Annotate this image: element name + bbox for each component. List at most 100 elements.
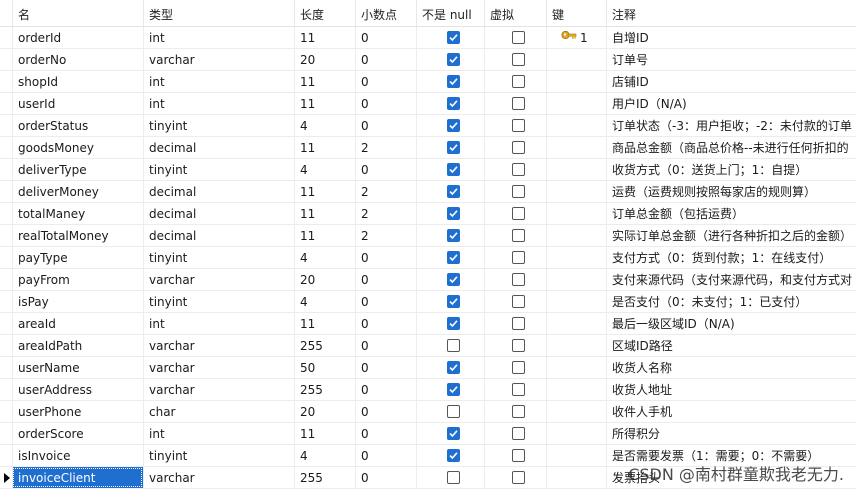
cell-comment[interactable]: 支付方式（0：货到付款；1：在线支付） [606, 247, 856, 268]
checkbox-checked-icon[interactable] [447, 317, 460, 330]
cell-length[interactable]: 20 [294, 401, 355, 422]
cell-decimals[interactable]: 0 [355, 423, 416, 444]
cell-decimals[interactable]: 0 [355, 291, 416, 312]
cell-virtual[interactable] [484, 313, 546, 334]
cell-virtual[interactable] [484, 445, 546, 466]
cell-name[interactable]: orderNo [12, 49, 143, 70]
cell-comment[interactable]: 用户ID（N/A) [606, 93, 856, 114]
checkbox-unchecked-icon[interactable] [512, 141, 525, 154]
cell-decimals[interactable]: 0 [355, 313, 416, 334]
cell-key[interactable] [546, 247, 606, 268]
checkbox-unchecked-icon[interactable] [512, 31, 525, 44]
row-indicator[interactable] [0, 49, 12, 70]
table-row[interactable]: userAddress varchar 255 0 收货人地址 [0, 379, 856, 401]
cell-name[interactable]: areaId [12, 313, 143, 334]
checkbox-unchecked-icon[interactable] [512, 163, 525, 176]
cell-key[interactable] [546, 423, 606, 444]
table-row[interactable]: deliverType tinyint 4 0 收货方式（0：送货上门；1：自提） [0, 159, 856, 181]
checkbox-checked-icon[interactable] [447, 251, 460, 264]
row-indicator[interactable] [0, 401, 12, 422]
row-indicator[interactable] [0, 247, 12, 268]
cell-not-null[interactable] [416, 159, 484, 180]
checkbox-checked-icon[interactable] [447, 427, 460, 440]
cell-decimals[interactable]: 0 [355, 93, 416, 114]
cell-name[interactable]: userPhone [12, 401, 143, 422]
cell-length[interactable]: 4 [294, 247, 355, 268]
table-row[interactable]: orderNo varchar 20 0 订单号 [0, 49, 856, 71]
cell-length[interactable]: 11 [294, 71, 355, 92]
cell-type[interactable]: int [143, 423, 294, 444]
checkbox-checked-icon[interactable] [447, 229, 460, 242]
row-indicator[interactable] [0, 93, 12, 114]
cell-length[interactable]: 11 [294, 93, 355, 114]
cell-type[interactable]: int [143, 71, 294, 92]
checkbox-checked-icon[interactable] [447, 185, 460, 198]
cell-key[interactable] [546, 159, 606, 180]
cell-length[interactable]: 4 [294, 159, 355, 180]
table-row[interactable]: orderScore int 11 0 所得积分 [0, 423, 856, 445]
table-row[interactable]: userName varchar 50 0 收货人名称 [0, 357, 856, 379]
row-indicator[interactable] [0, 181, 12, 202]
row-indicator[interactable] [0, 335, 12, 356]
cell-name[interactable]: userAddress [12, 379, 143, 400]
cell-comment[interactable]: 区域ID路径 [606, 335, 856, 356]
cell-length[interactable]: 4 [294, 115, 355, 136]
row-indicator[interactable] [0, 357, 12, 378]
cell-type[interactable]: decimal [143, 225, 294, 246]
row-indicator[interactable] [0, 313, 12, 334]
cell-virtual[interactable] [484, 181, 546, 202]
cell-virtual[interactable] [484, 379, 546, 400]
header-comment[interactable]: 注释 [606, 0, 856, 26]
cell-comment[interactable]: 店铺ID [606, 71, 856, 92]
table-row[interactable]: realTotalMoney decimal 11 2 实际订单总金额（进行各种折扣之后… [0, 225, 856, 247]
cell-virtual[interactable] [484, 467, 546, 488]
cell-type[interactable]: varchar [143, 467, 294, 488]
row-indicator[interactable] [0, 115, 12, 136]
row-indicator[interactable] [0, 203, 12, 224]
cell-virtual[interactable] [484, 225, 546, 246]
cell-comment[interactable]: 收货方式（0：送货上门；1：自提） [606, 159, 856, 180]
checkbox-checked-icon[interactable] [447, 449, 460, 462]
cell-key[interactable] [546, 93, 606, 114]
cell-type[interactable]: int [143, 313, 294, 334]
cell-comment[interactable]: 最后一级区域ID（N/A) [606, 313, 856, 334]
cell-type[interactable]: varchar [143, 357, 294, 378]
cell-type[interactable]: tinyint [143, 159, 294, 180]
cell-virtual[interactable] [484, 49, 546, 70]
checkbox-unchecked-icon[interactable] [512, 119, 525, 132]
cell-decimals[interactable]: 0 [355, 159, 416, 180]
cell-name[interactable]: userName [12, 357, 143, 378]
cell-decimals[interactable]: 0 [355, 401, 416, 422]
checkbox-checked-icon[interactable] [447, 119, 460, 132]
cell-key[interactable] [546, 445, 606, 466]
table-row[interactable]: userId int 11 0 用户ID（N/A) [0, 93, 856, 115]
cell-length[interactable]: 11 [294, 313, 355, 334]
header-length[interactable]: 长度 [294, 0, 355, 26]
cell-virtual[interactable] [484, 335, 546, 356]
checkbox-unchecked-icon[interactable] [512, 317, 525, 330]
checkbox-unchecked-icon[interactable] [512, 97, 525, 110]
cell-not-null[interactable] [416, 401, 484, 422]
header-key[interactable]: 键 [546, 0, 606, 26]
row-indicator[interactable] [0, 423, 12, 444]
header-virtual[interactable]: 虚拟 [484, 0, 546, 26]
cell-not-null[interactable] [416, 137, 484, 158]
checkbox-checked-icon[interactable] [447, 361, 460, 374]
cell-virtual[interactable] [484, 71, 546, 92]
cell-length[interactable]: 11 [294, 137, 355, 158]
checkbox-checked-icon[interactable] [447, 163, 460, 176]
cell-key[interactable] [546, 467, 606, 488]
checkbox-checked-icon[interactable] [447, 383, 460, 396]
checkbox-checked-icon[interactable] [447, 53, 460, 66]
cell-type[interactable]: tinyint [143, 115, 294, 136]
cell-decimals[interactable]: 2 [355, 181, 416, 202]
cell-key[interactable] [546, 379, 606, 400]
cell-key[interactable] [546, 291, 606, 312]
cell-not-null[interactable] [416, 27, 484, 48]
cell-key[interactable] [546, 401, 606, 422]
cell-virtual[interactable] [484, 27, 546, 48]
header-decimals[interactable]: 小数点 [355, 0, 416, 26]
cell-length[interactable]: 11 [294, 423, 355, 444]
checkbox-unchecked-icon[interactable] [512, 207, 525, 220]
checkbox-unchecked-icon[interactable] [512, 361, 525, 374]
